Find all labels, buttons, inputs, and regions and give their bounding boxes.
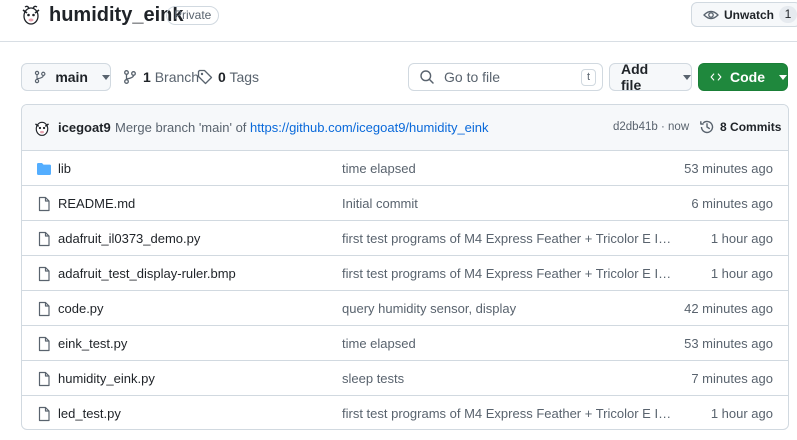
file-icon bbox=[38, 301, 50, 317]
tag-count: 0 bbox=[218, 69, 226, 85]
tag-count-label: Tags bbox=[229, 69, 260, 85]
file-commit-age: 1 hour ago bbox=[710, 406, 773, 421]
chevron-down-icon bbox=[683, 74, 691, 80]
unwatch-label: Unwatch bbox=[724, 7, 775, 22]
file-commit-age: 7 minutes ago bbox=[691, 371, 773, 386]
search-placeholder: Go to file bbox=[444, 69, 501, 85]
goat-avatar-icon[interactable] bbox=[20, 4, 42, 26]
file-commit-message[interactable]: query humidity sensor, display bbox=[342, 301, 674, 316]
file-table: icegoat9 Merge branch 'main' of https://… bbox=[21, 104, 789, 430]
commit-author[interactable]: icegoat9 bbox=[58, 120, 111, 135]
file-icon bbox=[38, 336, 50, 352]
file-commit-message[interactable]: time elapsed bbox=[342, 336, 674, 351]
commit-message[interactable]: Merge branch 'main' of https://github.co… bbox=[115, 120, 489, 135]
file-row[interactable]: adafruit_test_display-ruler.bmp first tes… bbox=[22, 256, 788, 291]
commit-age: now bbox=[668, 121, 690, 133]
file-commit-message[interactable]: sleep tests bbox=[342, 371, 674, 386]
commits-label: Commits bbox=[730, 120, 782, 134]
file-commit-age: 42 minutes ago bbox=[684, 301, 773, 316]
file-row[interactable]: README.md Initial commit 6 minutes ago bbox=[22, 186, 788, 221]
file-row[interactable]: adafruit_il0373_demo.py first test progra… bbox=[22, 221, 788, 256]
chevron-down-icon bbox=[779, 74, 787, 80]
file-commit-age: 53 minutes ago bbox=[684, 336, 773, 351]
file-icon bbox=[38, 231, 50, 247]
folder-icon bbox=[37, 163, 51, 175]
tags-link[interactable]: 0 Tags bbox=[197, 69, 259, 85]
branch-selector-button[interactable]: main bbox=[21, 63, 111, 91]
file-icon bbox=[38, 371, 50, 387]
file-commit-message[interactable]: first test programs of M4 Express Feathe… bbox=[342, 231, 674, 246]
file-row[interactable]: led_test.py first test programs of M4 Exp… bbox=[22, 396, 788, 429]
file-name[interactable]: adafruit_test_display-ruler.bmp bbox=[58, 266, 236, 281]
commit-hash: d2db41b bbox=[613, 121, 658, 133]
file-list: lib time elapsed 53 minutes ago README.md In… bbox=[22, 151, 788, 429]
file-row[interactable]: lib time elapsed 53 minutes ago bbox=[22, 151, 788, 186]
file-commit-message[interactable]: Initial commit bbox=[342, 196, 674, 211]
commits-count: 8 bbox=[720, 120, 727, 134]
watch-count: 1 bbox=[779, 6, 797, 23]
add-file-label: Add file bbox=[621, 61, 649, 93]
file-commit-age: 1 hour ago bbox=[710, 231, 773, 246]
file-commit-message[interactable]: first test programs of M4 Express Feathe… bbox=[342, 266, 674, 281]
file-commit-age: 6 minutes ago bbox=[691, 196, 773, 211]
repo-header: humidity_eink Private Unwatch 1 bbox=[0, 0, 797, 42]
branch-name: main bbox=[55, 69, 88, 85]
shortcut-hint: t bbox=[581, 69, 596, 86]
add-file-button[interactable]: Add file bbox=[609, 61, 692, 93]
commit-separator: · bbox=[660, 121, 665, 133]
file-commit-message[interactable]: time elapsed bbox=[342, 161, 674, 176]
file-row[interactable]: code.py query humidity sensor, display 42 … bbox=[22, 291, 788, 326]
tag-icon bbox=[197, 69, 213, 85]
goat-avatar-icon[interactable] bbox=[33, 119, 51, 137]
search-icon bbox=[420, 70, 434, 84]
branch-count-label: Branch bbox=[154, 69, 200, 85]
branches-link[interactable]: 1 Branch bbox=[122, 69, 199, 85]
file-commit-age: 1 hour ago bbox=[710, 266, 773, 281]
git-branch-icon bbox=[124, 70, 136, 84]
file-row[interactable]: eink_test.py time elapsed 53 minutes ago bbox=[22, 326, 788, 361]
branch-count: 1 bbox=[143, 69, 151, 85]
visibility-badge: Private bbox=[166, 6, 220, 25]
file-row[interactable]: humidity_eink.py sleep tests 7 minutes ago bbox=[22, 361, 788, 396]
code-icon bbox=[710, 73, 722, 81]
file-name[interactable]: humidity_eink.py bbox=[58, 371, 155, 386]
file-icon bbox=[38, 196, 50, 212]
commit-message-text: Merge branch 'main' of bbox=[115, 120, 247, 135]
file-commit-age: 53 minutes ago bbox=[684, 161, 773, 176]
git-branch-icon bbox=[34, 70, 46, 84]
eye-icon bbox=[703, 10, 719, 19]
file-icon bbox=[38, 266, 50, 282]
commit-hash-and-age[interactable]: d2db41b · now bbox=[613, 121, 689, 133]
commit-message-link[interactable]: https://github.com/icegoat9/humidity_ein… bbox=[250, 120, 488, 135]
file-name[interactable]: lib bbox=[58, 161, 71, 176]
chevron-down-icon bbox=[102, 74, 110, 80]
file-name[interactable]: eink_test.py bbox=[58, 336, 127, 351]
latest-commit-bar: icegoat9 Merge branch 'main' of https://… bbox=[22, 105, 788, 151]
go-to-file-input[interactable]: Go to file t bbox=[408, 63, 603, 91]
file-name[interactable]: code.py bbox=[58, 301, 104, 316]
code-label: Code bbox=[730, 69, 765, 85]
commits-history-link[interactable]: 8 Commits bbox=[699, 119, 781, 135]
file-name[interactable]: adafruit_il0373_demo.py bbox=[58, 231, 200, 246]
file-name[interactable]: led_test.py bbox=[58, 406, 121, 421]
file-commit-message[interactable]: first test programs of M4 Express Feathe… bbox=[342, 406, 674, 421]
unwatch-button[interactable]: Unwatch 1 bbox=[691, 2, 797, 27]
code-button[interactable]: Code bbox=[698, 63, 788, 91]
file-icon bbox=[38, 406, 50, 422]
file-name[interactable]: README.md bbox=[58, 196, 135, 211]
repo-title[interactable]: humidity_eink bbox=[49, 3, 183, 27]
history-icon bbox=[700, 120, 714, 134]
